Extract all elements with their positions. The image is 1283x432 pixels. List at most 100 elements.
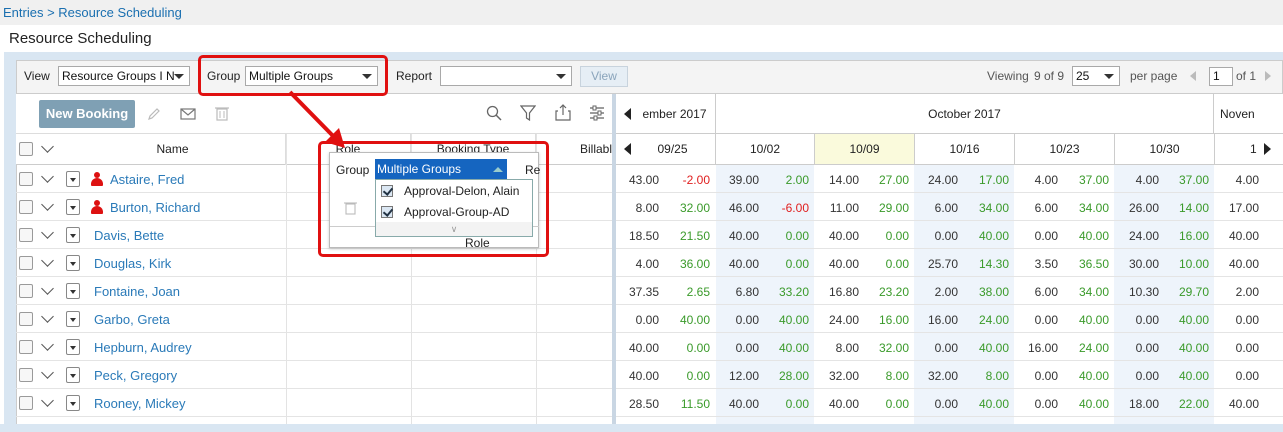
available-hours-cell[interactable]: 40.00 [769, 314, 809, 326]
booked-hours-cell[interactable]: 28.50 [619, 398, 659, 410]
booked-hours-cell[interactable]: 40.00 [619, 370, 659, 382]
available-hours-cell[interactable]: 2 [1260, 202, 1283, 214]
booked-hours-cell[interactable]: 40.00 [1219, 258, 1259, 270]
booked-hours-cell[interactable]: 2.00 [918, 286, 958, 298]
available-hours-cell[interactable]: 0.00 [670, 370, 710, 382]
available-hours-cell[interactable]: 2.00 [769, 174, 809, 186]
select-all-checkbox[interactable] [19, 142, 33, 156]
booked-hours-cell[interactable]: 0.00 [918, 342, 958, 354]
available-hours-cell[interactable]: 4 [1260, 342, 1283, 354]
booked-hours-cell[interactable]: 0.00 [719, 314, 759, 326]
booked-hours-cell[interactable]: 17.00 [1219, 202, 1259, 214]
group-option[interactable]: Approval-Delon, Alain [376, 181, 532, 201]
booked-hours-cell[interactable]: 0.00 [619, 314, 659, 326]
booked-hours-cell[interactable]: 40.00 [1219, 398, 1259, 410]
resource-name-link[interactable]: Burton, Richard [110, 201, 200, 214]
available-hours-cell[interactable]: 4 [1260, 370, 1283, 382]
available-hours-cell[interactable]: 21.50 [670, 230, 710, 242]
chevron-double-down-icon[interactable]: ∨ [376, 222, 532, 236]
row-checkbox[interactable] [19, 368, 33, 382]
available-hours-cell[interactable]: 3 [1260, 174, 1283, 186]
available-hours-cell[interactable]: 8.00 [869, 370, 909, 382]
available-hours-cell[interactable]: 33.20 [769, 286, 809, 298]
booked-hours-cell[interactable]: 0.00 [1119, 342, 1159, 354]
resource-name-link[interactable]: Peck, Gregory [94, 369, 177, 382]
booked-hours-cell[interactable]: 6.00 [918, 202, 958, 214]
resource-name-link[interactable]: Astaire, Fred [110, 173, 184, 186]
booked-hours-cell[interactable]: 11.00 [819, 202, 859, 214]
booked-hours-cell[interactable]: 0.00 [1219, 370, 1259, 382]
column-settings-icon[interactable] [589, 105, 605, 121]
prev-page-icon[interactable] [1190, 71, 1196, 81]
resource-name-link[interactable]: Rooney, Mickey [94, 397, 186, 410]
booked-hours-cell[interactable]: 25.70 [918, 258, 958, 270]
breadcrumb[interactable]: Entries > Resource Scheduling [0, 0, 1283, 25]
booked-hours-cell[interactable]: 24.00 [1119, 230, 1159, 242]
booked-hours-cell[interactable]: 40.00 [819, 258, 859, 270]
available-hours-cell[interactable]: 14.00 [1169, 202, 1209, 214]
row-menu-button[interactable] [66, 311, 80, 327]
prev-week-icon[interactable] [624, 143, 631, 155]
available-hours-cell[interactable]: 22.00 [1169, 398, 1209, 410]
view-button[interactable]: View [580, 66, 628, 87]
available-hours-cell[interactable]: 40.00 [1069, 398, 1109, 410]
booked-hours-cell[interactable]: 0.00 [1018, 370, 1058, 382]
next-page-icon[interactable] [1265, 71, 1271, 81]
available-hours-cell[interactable]: 0.00 [869, 258, 909, 270]
booked-hours-cell[interactable]: 43.00 [619, 174, 659, 186]
prev-month-icon[interactable] [624, 108, 631, 120]
available-hours-cell[interactable]: 40.00 [1069, 370, 1109, 382]
available-hours-cell[interactable]: 34.00 [1069, 286, 1109, 298]
available-hours-cell[interactable]: 0.00 [769, 398, 809, 410]
row-menu-button[interactable] [66, 227, 80, 243]
booked-hours-cell[interactable]: 16.00 [1018, 342, 1058, 354]
booked-hours-cell[interactable]: 0.00 [1018, 398, 1058, 410]
report-select[interactable] [440, 66, 572, 86]
booked-hours-cell[interactable]: 0.00 [719, 342, 759, 354]
booked-hours-cell[interactable]: 32.00 [819, 370, 859, 382]
booked-hours-cell[interactable]: 4.00 [1219, 174, 1259, 186]
booked-hours-cell[interactable]: 40.00 [819, 230, 859, 242]
available-hours-cell[interactable]: 0.00 [869, 230, 909, 242]
booked-hours-cell[interactable]: 6.00 [1018, 202, 1058, 214]
booked-hours-cell[interactable]: 40.00 [719, 258, 759, 270]
booked-hours-cell[interactable]: 4.00 [619, 258, 659, 270]
available-hours-cell[interactable]: 32.00 [670, 202, 710, 214]
booked-hours-cell[interactable]: 2.00 [1219, 286, 1259, 298]
available-hours-cell[interactable]: 40.00 [1069, 230, 1109, 242]
row-menu-button[interactable] [66, 255, 80, 271]
row-menu-button[interactable] [66, 339, 80, 355]
booked-hours-cell[interactable]: 32.00 [918, 370, 958, 382]
available-hours-cell[interactable]: 3 [1260, 286, 1283, 298]
booked-hours-cell[interactable]: 12.00 [719, 370, 759, 382]
booked-hours-cell[interactable]: 18.50 [619, 230, 659, 242]
booked-hours-cell[interactable]: 4.00 [1018, 174, 1058, 186]
available-hours-cell[interactable]: 11.50 [670, 398, 710, 410]
booked-hours-cell[interactable]: 6.00 [1018, 286, 1058, 298]
booked-hours-cell[interactable]: 8.00 [619, 202, 659, 214]
available-hours-cell[interactable]: 40.00 [1169, 314, 1209, 326]
row-menu-button[interactable] [66, 171, 80, 187]
available-hours-cell[interactable]: 37.00 [1069, 174, 1109, 186]
new-booking-button[interactable]: New Booking [39, 100, 135, 128]
available-hours-cell[interactable]: 36.50 [1069, 258, 1109, 270]
booked-hours-cell[interactable]: 4.00 [1119, 174, 1159, 186]
booked-hours-cell[interactable]: 3.50 [1018, 258, 1058, 270]
row-checkbox[interactable] [19, 200, 33, 214]
booked-hours-cell[interactable]: 0.00 [918, 398, 958, 410]
available-hours-cell[interactable]: 36.00 [670, 258, 710, 270]
available-hours-cell[interactable]: 23.20 [869, 286, 909, 298]
booked-hours-cell[interactable]: 46.00 [719, 202, 759, 214]
name-column-header[interactable]: Name [60, 134, 286, 165]
booked-hours-cell[interactable]: 0.00 [1219, 314, 1259, 326]
available-hours-cell[interactable]: 16.00 [869, 314, 909, 326]
next-week-icon[interactable] [1264, 143, 1271, 155]
row-checkbox[interactable] [19, 312, 33, 326]
available-hours-cell[interactable]: 38.00 [969, 286, 1009, 298]
booked-hours-cell[interactable]: 24.00 [819, 314, 859, 326]
available-hours-cell[interactable]: 10.00 [1169, 258, 1209, 270]
booked-hours-cell[interactable]: 39.00 [719, 174, 759, 186]
page-input[interactable]: 1 [1209, 67, 1233, 86]
row-menu-button[interactable] [66, 395, 80, 411]
booked-hours-cell[interactable]: 37.35 [619, 286, 659, 298]
